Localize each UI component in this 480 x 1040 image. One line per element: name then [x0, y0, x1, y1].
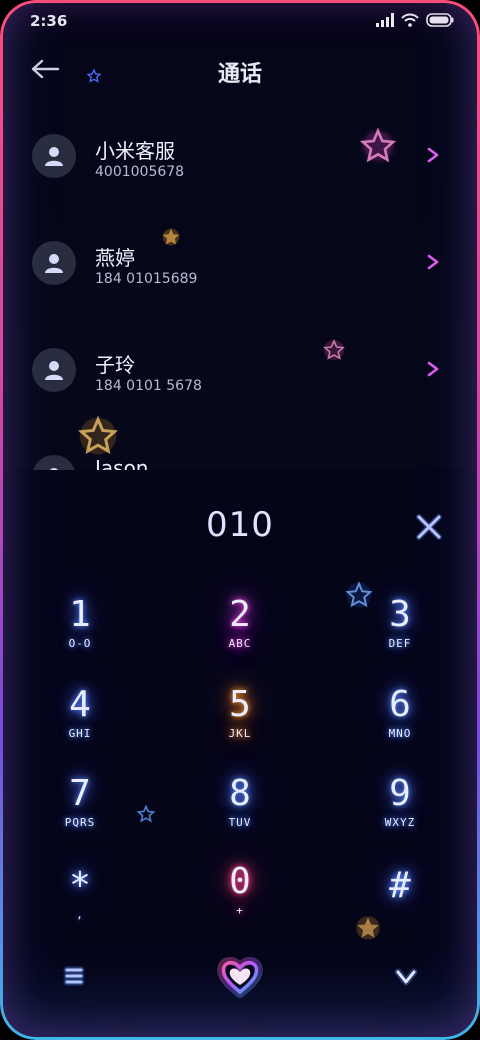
- dialed-number: 010: [206, 505, 274, 545]
- contact-name: 小米客服: [95, 139, 175, 163]
- contact-item[interactable]: 小米客服 4001005678: [0, 108, 480, 208]
- phone-screen: 2:36 通话 小米客服 4001005678 燕婷 184 01015689 …: [0, 0, 480, 1040]
- key-3[interactable]: 3 DEF: [340, 595, 460, 675]
- page-title: 通话: [217, 62, 262, 87]
- key-8[interactable]: 8 TUV: [180, 774, 300, 854]
- key-digit: #: [389, 865, 411, 906]
- contact-name: 子玲: [95, 353, 135, 377]
- key-letters: ,: [76, 908, 84, 921]
- contact-list: 小米客服 4001005678 燕婷 184 01015689 子玲 184 0…: [0, 108, 480, 470]
- key-digit: 2: [229, 594, 251, 635]
- key-letters: O-O: [68, 637, 92, 650]
- heart-call-icon[interactable]: [216, 954, 264, 998]
- contact-item[interactable]: 子玲 184 0101 5678: [0, 322, 480, 422]
- contact-number: 184 01015689: [95, 271, 198, 287]
- contact-name: 燕婷: [95, 246, 135, 270]
- avatar: [32, 241, 76, 285]
- key-hash[interactable]: #: [340, 866, 460, 946]
- key-digit: 3: [389, 594, 411, 635]
- chevron-right-icon[interactable]: [426, 360, 440, 378]
- key-0[interactable]: 0 +: [180, 862, 300, 942]
- wifi-icon: [401, 13, 419, 27]
- contact-name: Jason: [95, 456, 149, 470]
- key-digit: 4: [69, 684, 91, 725]
- avatar: [32, 348, 76, 392]
- chevron-right-icon[interactable]: [426, 253, 440, 271]
- person-icon: [45, 254, 63, 273]
- person-icon: [50, 468, 58, 470]
- battery-icon: [426, 13, 454, 27]
- key-letters: ABC: [228, 637, 252, 650]
- dialer-bottom-bar: [0, 950, 480, 1010]
- status-time: 2:36: [30, 12, 68, 30]
- menu-icon[interactable]: [60, 962, 88, 990]
- key-letters: MNO: [388, 727, 412, 740]
- key-2[interactable]: 2 ABC: [180, 595, 300, 675]
- collapse-icon[interactable]: [392, 962, 420, 990]
- delete-icon[interactable]: [414, 512, 444, 542]
- contact-item[interactable]: 燕婷 184 01015689: [0, 215, 480, 315]
- key-letters: TUV: [228, 816, 252, 829]
- signal-icon: [376, 13, 394, 27]
- key-9[interactable]: 9 WXYZ: [340, 774, 460, 854]
- key-4[interactable]: 4 GHI: [20, 685, 140, 765]
- key-star[interactable]: * ,: [20, 866, 140, 946]
- key-letters: +: [236, 904, 244, 917]
- key-letters: JKL: [228, 727, 252, 740]
- key-letters: GHI: [68, 727, 92, 740]
- status-icons: [376, 13, 454, 27]
- key-digit: *: [69, 865, 91, 906]
- key-digit: 0: [229, 861, 251, 902]
- key-digit: 1: [69, 594, 91, 635]
- contact-number: 4001005678: [95, 164, 185, 180]
- status-bar: 2:36: [0, 0, 480, 40]
- person-icon: [45, 361, 63, 380]
- key-letters: WXYZ: [384, 816, 416, 829]
- key-5[interactable]: 5 JKL: [180, 685, 300, 765]
- avatar: [32, 455, 76, 470]
- key-digit: 6: [389, 684, 411, 725]
- key-7[interactable]: 7 PQRS: [20, 774, 140, 854]
- header: 通话: [0, 48, 480, 92]
- key-digit: 9: [389, 773, 411, 814]
- key-letters: PQRS: [64, 816, 96, 829]
- avatar: [32, 134, 76, 178]
- key-6[interactable]: 6 MNO: [340, 685, 460, 765]
- key-digit: 8: [229, 773, 251, 814]
- key-1[interactable]: 1 O-O: [20, 595, 140, 675]
- key-letters: DEF: [388, 637, 412, 650]
- key-digit: 7: [69, 773, 91, 814]
- key-digit: 5: [229, 684, 251, 725]
- person-icon: [45, 147, 63, 166]
- chevron-right-icon[interactable]: [426, 146, 440, 164]
- contact-number: 184 0101 5678: [95, 378, 202, 394]
- contact-item[interactable]: Jason: [0, 429, 480, 470]
